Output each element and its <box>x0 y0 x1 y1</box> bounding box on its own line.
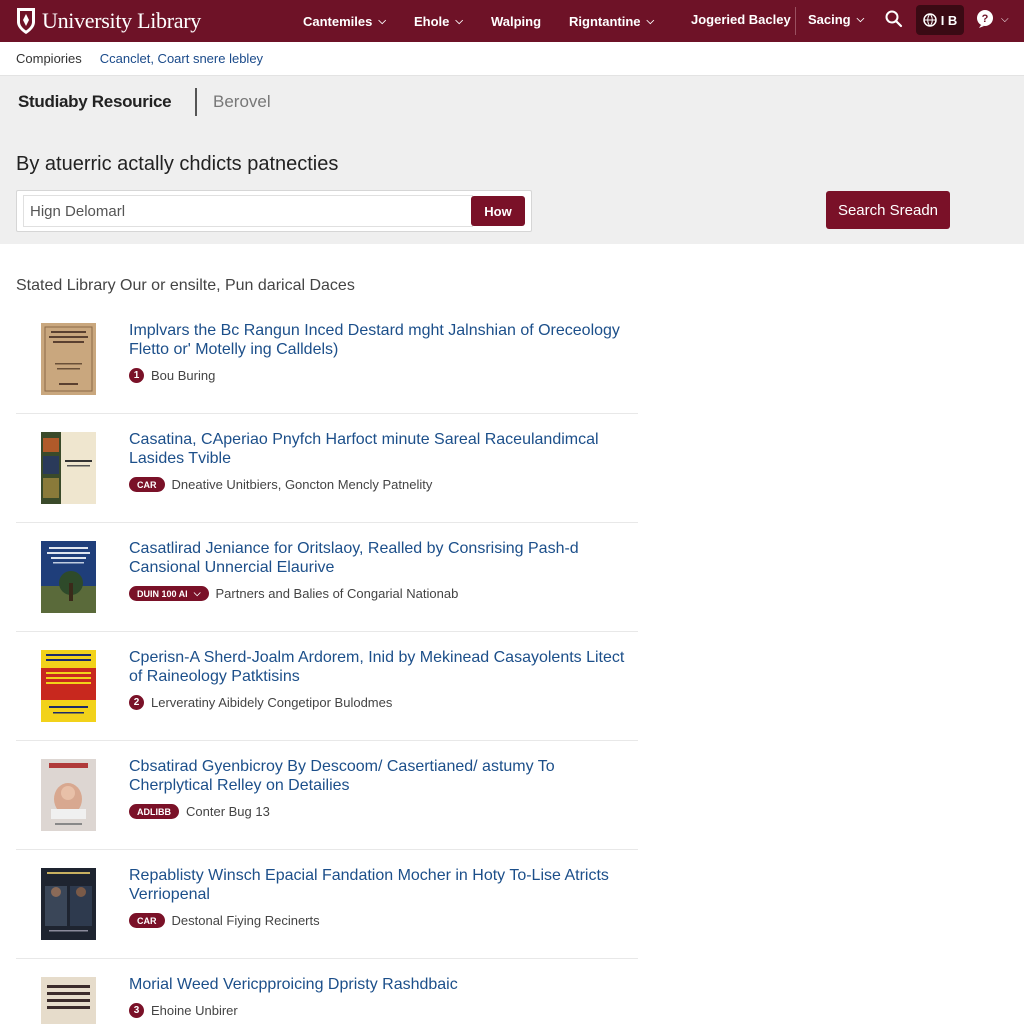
search-input[interactable] <box>23 195 473 227</box>
result-meta: CAR Dneative Unitbiers, Goncton Mencly P… <box>129 477 432 492</box>
header-divider <box>795 7 796 35</box>
search-form: How <box>16 190 532 232</box>
result-number-badge: 1 <box>129 368 144 383</box>
results-heading: Stated Library Our or ensilte, Pun daric… <box>16 277 355 294</box>
result-meta: CAR Destonal Fiying Recinerts <box>129 913 320 928</box>
results-list: Implvars the Bc Rangun Inced Destard mgh… <box>16 305 638 1024</box>
result-title[interactable]: Cperisn-A Sherd-Joalm Ardorem, Inid by M… <box>129 648 629 686</box>
chevron-down-icon: ⌵ <box>646 15 655 27</box>
chevron-down-icon: ⌵ <box>455 15 463 27</box>
breadcrumb: Compiories Ccanclet, Coart snere lebley <box>0 42 1024 76</box>
user-account-button[interactable]: I B <box>916 5 964 35</box>
result-number-badge: 2 <box>129 695 144 710</box>
nav-item-rigntantine[interactable]: Rigntantine ⌵ <box>569 14 654 29</box>
list-item: Casatina, CAperiao Pnyfch Harfoct minute… <box>16 414 638 523</box>
chevron-down-icon: ⌵ <box>1001 13 1009 25</box>
book-cover-image[interactable] <box>41 650 96 722</box>
result-title[interactable]: Casatina, CAperiao Pnyfch Harfoct minute… <box>129 430 629 468</box>
result-type-badge: CAR <box>129 477 165 492</box>
result-number-badge: 3 <box>129 1003 144 1018</box>
search-icon[interactable] <box>884 9 904 29</box>
breadcrumb-link[interactable]: Ccanclet, Coart snere lebley <box>100 51 263 66</box>
user-label: I B <box>940 12 958 28</box>
help-menu[interactable]: ? ⌵ <box>975 9 1009 29</box>
result-subtitle: Partners and Balies of Congarial Nationa… <box>215 586 459 601</box>
search-button[interactable]: Search Sreadn <box>826 191 950 229</box>
result-meta: ADLIBB Conter Bug 13 <box>129 804 270 819</box>
list-item: Cperisn-A Sherd-Joalm Ardorem, Inid by M… <box>16 632 638 741</box>
badge-label: DUIN 100 Al <box>137 588 188 599</box>
nav-label: Rigntantine <box>569 13 641 29</box>
main-nav: Cantemiles ⌵ Ehole ⌵ Walping Rigntantine… <box>303 0 682 42</box>
tab-study-resources[interactable]: Studiaby Resourice <box>18 92 172 112</box>
list-item: Morial Weed Vericpproicing Dpristy Rashd… <box>16 959 638 1024</box>
brand-name: University Library <box>42 8 201 33</box>
nav-item-ehole[interactable]: Ehole ⌵ <box>414 14 463 29</box>
nav-item-cantemiles[interactable]: Cantemiles ⌵ <box>303 14 386 29</box>
tab-berovel[interactable]: Berovel <box>213 92 271 112</box>
how-button[interactable]: How <box>471 196 525 226</box>
result-meta: 1 Bou Buring <box>129 368 215 383</box>
list-item: Casatlirad Jeniance for Oritslaoy, Reall… <box>16 523 638 632</box>
search-hero: Studiaby Resourice Berovel By atuerric a… <box>0 76 1024 244</box>
book-cover-image[interactable] <box>41 868 96 940</box>
result-subtitle: Ehoine Unbirer <box>151 1003 238 1018</box>
globe-icon <box>922 13 937 27</box>
result-title[interactable]: Cbsatirad Gyenbicroy By Descoom/ Caserti… <box>129 757 629 795</box>
book-cover-image[interactable] <box>41 432 96 504</box>
book-cover-image[interactable] <box>41 977 96 1024</box>
chevron-down-icon: ⌵ <box>193 588 201 598</box>
settings-dropdown[interactable]: Sacing ⌵ <box>808 12 864 27</box>
library-logo[interactable]: University Library <box>16 7 201 35</box>
result-title[interactable]: Casatlirad Jeniance for Oritslaoy, Reall… <box>129 539 629 577</box>
result-subtitle: Conter Bug 13 <box>186 804 270 819</box>
help-icon: ? <box>977 10 993 28</box>
page-title: By atuerric actally chdicts patnecties <box>16 153 339 175</box>
nav-item-walping[interactable]: Walping <box>491 14 541 29</box>
chevron-down-icon: ⌵ <box>378 15 386 27</box>
settings-label: Sacing <box>808 12 851 27</box>
result-meta: 2 Lerveratiny Aibidely Congetipor Bulodm… <box>129 695 392 710</box>
nav-label: Cantemiles <box>303 13 373 29</box>
login-link[interactable]: Jogeried Bacley <box>691 12 791 27</box>
nav-label: Ehole <box>413 13 450 29</box>
chevron-down-icon: ⌵ <box>856 14 865 25</box>
result-title[interactable]: Implvars the Bc Rangun Inced Destard mgh… <box>129 321 629 359</box>
result-title[interactable]: Morial Weed Vericpproicing Dpristy Rashd… <box>129 975 629 994</box>
result-subtitle: Destonal Fiying Recinerts <box>171 913 320 928</box>
tab-separator <box>195 88 197 116</box>
result-type-badge: ADLIBB <box>129 804 179 819</box>
result-title[interactable]: Repablisty Winsch Epacial Fandation Moch… <box>129 866 629 904</box>
result-meta: 3 Ehoine Unbirer <box>129 1003 238 1018</box>
list-item: Repablisty Winsch Epacial Fandation Moch… <box>16 850 638 959</box>
book-cover-image[interactable] <box>41 323 96 395</box>
result-subtitle: Lerveratiny Aibidely Congetipor Bulodmes <box>151 695 393 710</box>
result-type-badge[interactable]: DUIN 100 Al ⌵ <box>129 586 209 601</box>
result-subtitle: Dneative Unitbiers, Goncton Mencly Patne… <box>171 477 433 492</box>
svg-text:?: ? <box>982 13 989 25</box>
result-subtitle: Bou Buring <box>151 368 216 383</box>
book-cover-image[interactable] <box>41 541 96 613</box>
result-type-badge: CAR <box>129 913 165 928</box>
breadcrumb-root[interactable]: Compiories <box>16 51 82 66</box>
list-item: Implvars the Bc Rangun Inced Destard mgh… <box>16 305 638 414</box>
book-cover-image[interactable] <box>41 759 96 831</box>
list-item: Cbsatirad Gyenbicroy By Descoom/ Caserti… <box>16 741 638 850</box>
nav-label: Walping <box>490 13 542 29</box>
top-navigation-bar: University Library Cantemiles ⌵ Ehole ⌵ … <box>0 0 1024 42</box>
result-meta: DUIN 100 Al ⌵ Partners and Balies of Con… <box>129 586 458 601</box>
crest-icon <box>17 8 35 34</box>
